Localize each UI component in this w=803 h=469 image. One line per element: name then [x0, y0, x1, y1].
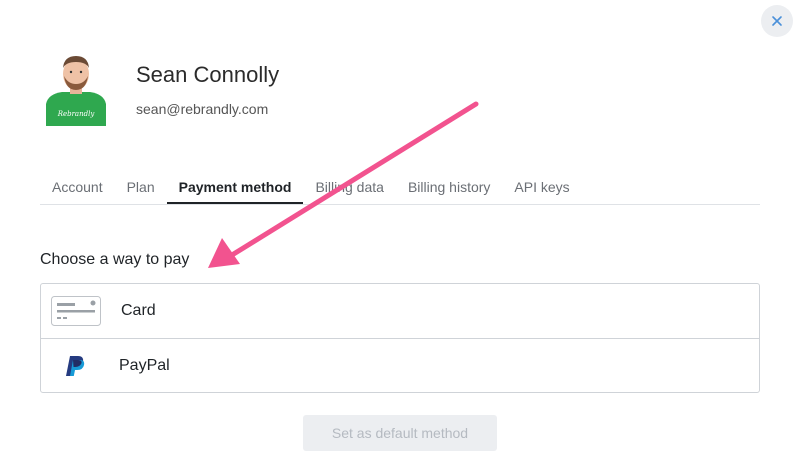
close-icon [772, 16, 782, 26]
tab-billing-data[interactable]: Billing data [303, 172, 396, 203]
tab-payment-method[interactable]: Payment method [166, 172, 304, 204]
tab-account[interactable]: Account [40, 172, 115, 203]
close-button[interactable] [761, 5, 793, 37]
settings-tabs: Account Plan Payment method Billing data… [40, 172, 760, 205]
set-default-method-button[interactable]: Set as default method [303, 415, 497, 451]
tab-billing-history[interactable]: Billing history [396, 172, 502, 203]
payment-option-card[interactable]: Card [41, 284, 759, 338]
user-email: sean@rebrandly.com [136, 101, 269, 117]
shirt-logo-text: Rebrandly [57, 110, 96, 118]
avatar: Rebrandly [42, 52, 110, 126]
payment-option-paypal[interactable]: PayPal [41, 338, 759, 393]
tab-plan[interactable]: Plan [115, 172, 167, 203]
billing-settings-modal: Rebrandly Sean Connolly sean@rebrandly.c… [0, 0, 803, 469]
annotation-arrow-icon [208, 101, 479, 268]
credit-card-icon [51, 296, 101, 326]
payment-options-list: Card PayPal [40, 283, 760, 393]
payment-option-label: PayPal [119, 357, 170, 374]
section-title: Choose a way to pay [40, 251, 190, 268]
tab-api-keys[interactable]: API keys [502, 172, 581, 203]
payment-option-label: Card [121, 302, 156, 319]
user-name: Sean Connolly [136, 62, 280, 87]
paypal-icon [55, 351, 95, 381]
